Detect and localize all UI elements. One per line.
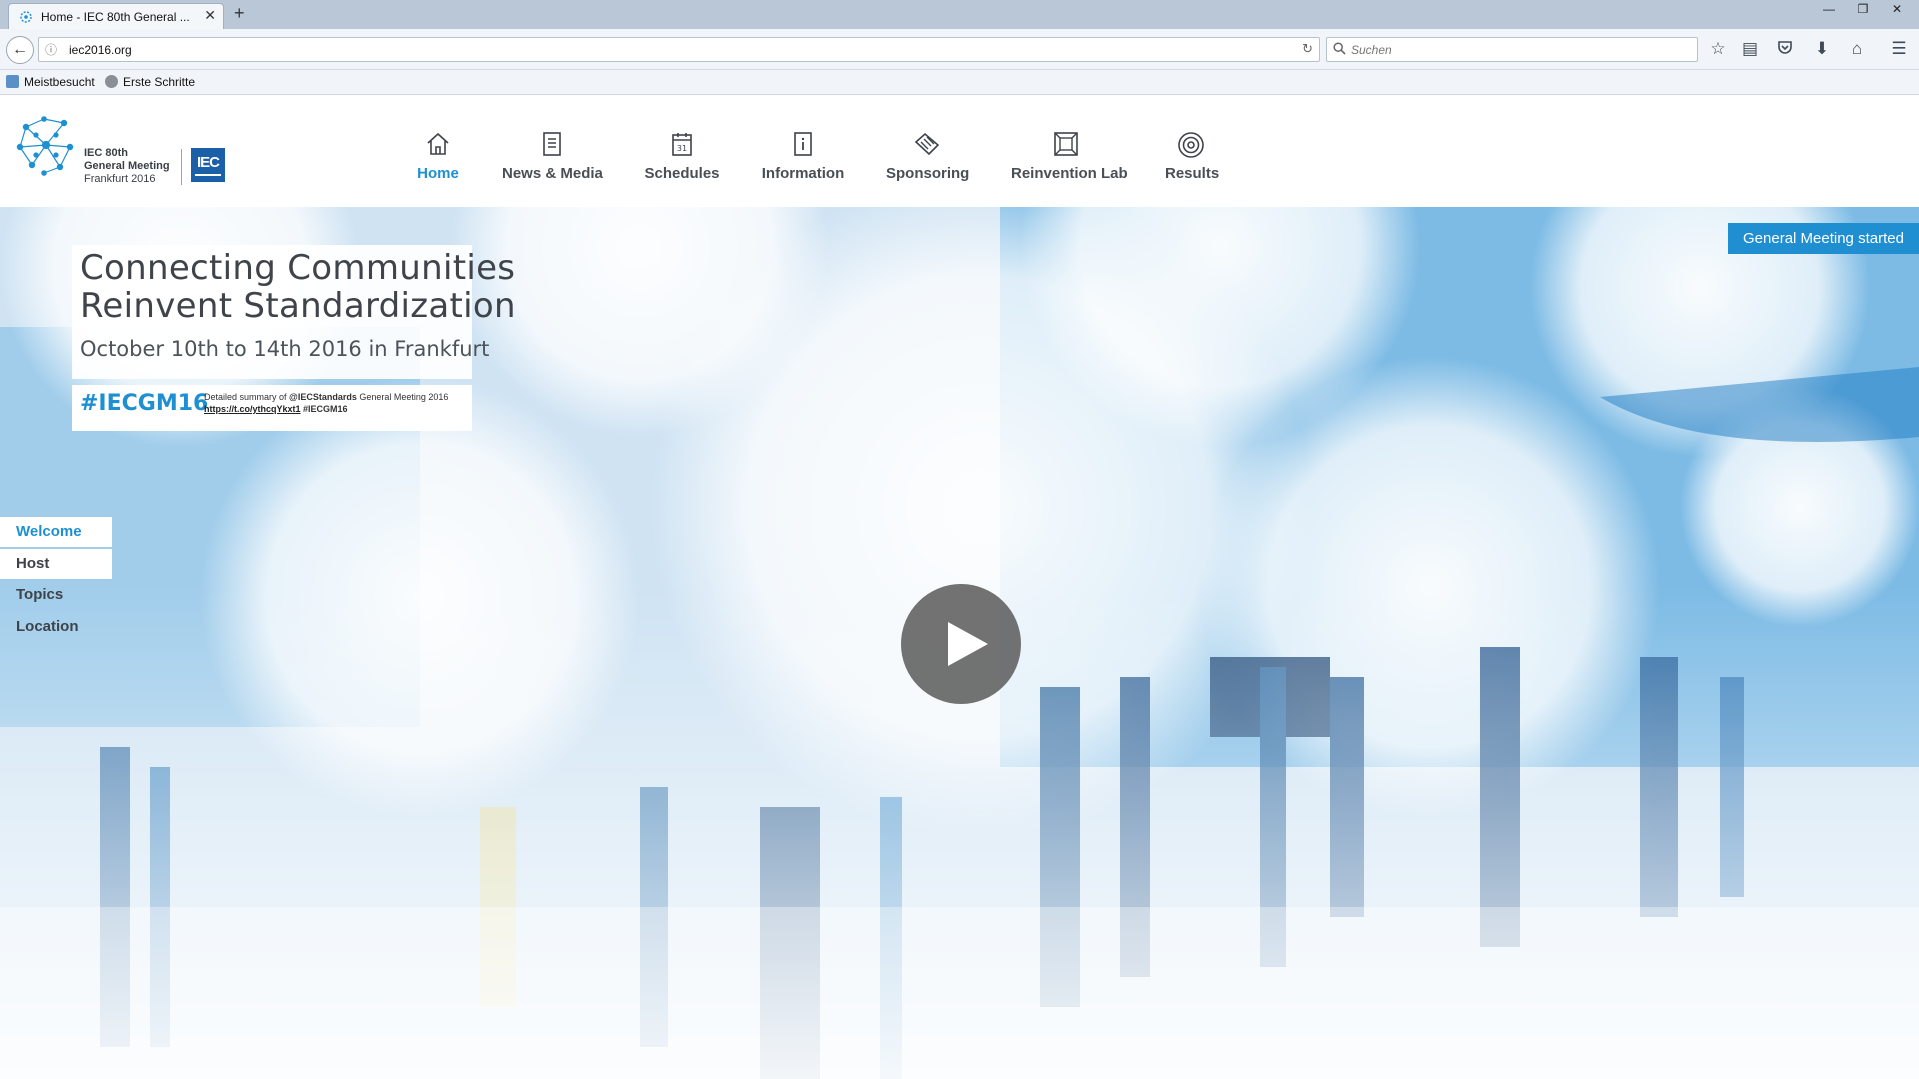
star-icon[interactable]: ☆ [1707, 39, 1729, 59]
logo-divider [181, 149, 182, 185]
logo-line: General Meeting [84, 160, 170, 172]
nav-label: Results [1165, 165, 1220, 182]
search-icon [1333, 42, 1346, 60]
nav-label: Sponsoring [886, 165, 970, 182]
event-dates: October 10th to 14th 2016 in Frankfurt [80, 337, 490, 361]
nav-label: Home [417, 165, 459, 182]
status-badge[interactable]: General Meeting started [1728, 223, 1919, 254]
bookmark-getting-started[interactable]: Erste Schritte [105, 75, 195, 89]
headline-line-1: Connecting Communities [80, 248, 516, 288]
bookmark-folder-icon [6, 75, 19, 88]
home-icon[interactable]: ⌂ [1846, 39, 1868, 59]
iec-network-logo[interactable] [14, 113, 78, 182]
logo-text: IEC 80th General Meeting Frankfurt 2016 [84, 147, 170, 186]
hashtag[interactable]: #IECGM16 [80, 391, 208, 416]
nav-news-media[interactable]: News & Media [502, 131, 603, 183]
reload-icon[interactable]: ↻ [1302, 41, 1313, 57]
section-location[interactable]: Location [0, 612, 112, 642]
section-welcome[interactable]: Welcome [0, 517, 112, 547]
hero-section: General Meeting started Connecting Commu… [0, 207, 1919, 1079]
nav-label: Reinvention Lab [1011, 165, 1128, 182]
nav-information[interactable]: Information [761, 131, 845, 183]
logo-line: IEC 80th [84, 147, 129, 159]
calendar-icon: 31 [644, 131, 720, 159]
site-header: IEC 80th General Meeting Frankfurt 2016 … [0, 95, 1919, 207]
tweet-hashtag[interactable]: #IECGM16 [303, 404, 348, 414]
minimize-icon[interactable]: — [1812, 0, 1846, 20]
tweet-text-part: General Meeting 2016 [359, 392, 449, 402]
section-topics[interactable]: Topics [0, 580, 112, 610]
pocket-icon[interactable] [1774, 39, 1796, 60]
window-close-icon[interactable]: ✕ [1880, 0, 1914, 20]
iec-logo[interactable]: IEC [191, 148, 225, 182]
svg-text:31: 31 [677, 144, 687, 153]
nav-home[interactable]: Home [413, 131, 463, 183]
favicon-icon [19, 10, 33, 29]
tweet-text: Detailed summary of @IECStandards Genera… [204, 391, 466, 415]
page-title: Connecting Communities Reinvent Standard… [80, 249, 516, 325]
bookmarks-bar: Meistbesucht Erste Schritte [0, 70, 1919, 95]
nav-reinvention-lab[interactable]: Reinvention Lab [1011, 131, 1128, 183]
handshake-icon [886, 131, 968, 159]
home-icon [413, 131, 463, 159]
tab-title: Home - IEC 80th General ... [41, 10, 190, 24]
restore-icon[interactable]: ❐ [1846, 0, 1880, 20]
logo-line: Frankfurt 2016 [84, 173, 156, 185]
bookmark-label: Erste Schritte [123, 75, 196, 89]
nav-results[interactable]: Results [1165, 131, 1220, 183]
section-host[interactable]: Host [0, 549, 112, 579]
browser-tab-bar: Home - IEC 80th General ... ✕ + — ❐ ✕ [0, 0, 1919, 29]
nav-label: Information [761, 165, 845, 182]
globe-icon [105, 75, 118, 88]
search-box[interactable] [1326, 37, 1698, 62]
back-button[interactable]: ← [6, 36, 34, 64]
search-input[interactable] [1351, 42, 1681, 58]
browser-tab-home[interactable]: Home - IEC 80th General ... ✕ [8, 3, 224, 29]
play-video-button[interactable] [901, 584, 1021, 704]
nav-label: News & Media [502, 165, 603, 182]
menu-icon[interactable]: ☰ [1888, 39, 1910, 59]
tweet-link[interactable]: https://t.co/ythcqYkxt1 [204, 404, 301, 414]
new-tab-button[interactable]: + [234, 3, 245, 24]
frame-icon [1011, 131, 1121, 159]
bookmark-label: Meistbesucht [24, 75, 95, 89]
site-info-icon[interactable]: ⓘ [45, 41, 57, 58]
nav-sponsoring[interactable]: Sponsoring [886, 131, 970, 183]
browser-nav-bar: ← ⓘ iec2016.org ↻ ☆ ▤ ⬇ ⌂ ☰ [0, 29, 1919, 70]
tweet-text-part: Detailed summary of [204, 392, 287, 402]
bookmark-most-visited[interactable]: Meistbesucht [6, 75, 95, 89]
document-icon [502, 131, 602, 159]
target-icon [1165, 131, 1217, 159]
nav-label: Schedules [644, 165, 720, 182]
reading-list-icon[interactable]: ▤ [1739, 39, 1761, 59]
url-text[interactable]: iec2016.org [69, 43, 132, 57]
download-icon[interactable]: ⬇ [1811, 39, 1833, 59]
url-bar[interactable]: ⓘ iec2016.org ↻ [38, 37, 1320, 62]
tweet-handle[interactable]: @IECStandards [289, 392, 357, 402]
tab-close-icon[interactable]: ✕ [204, 7, 216, 24]
info-icon [761, 131, 845, 159]
back-arrow-icon: ← [12, 41, 28, 58]
headline-line-2: Reinvent Standardization [80, 286, 516, 326]
nav-schedules[interactable]: 31 Schedules [644, 131, 720, 183]
